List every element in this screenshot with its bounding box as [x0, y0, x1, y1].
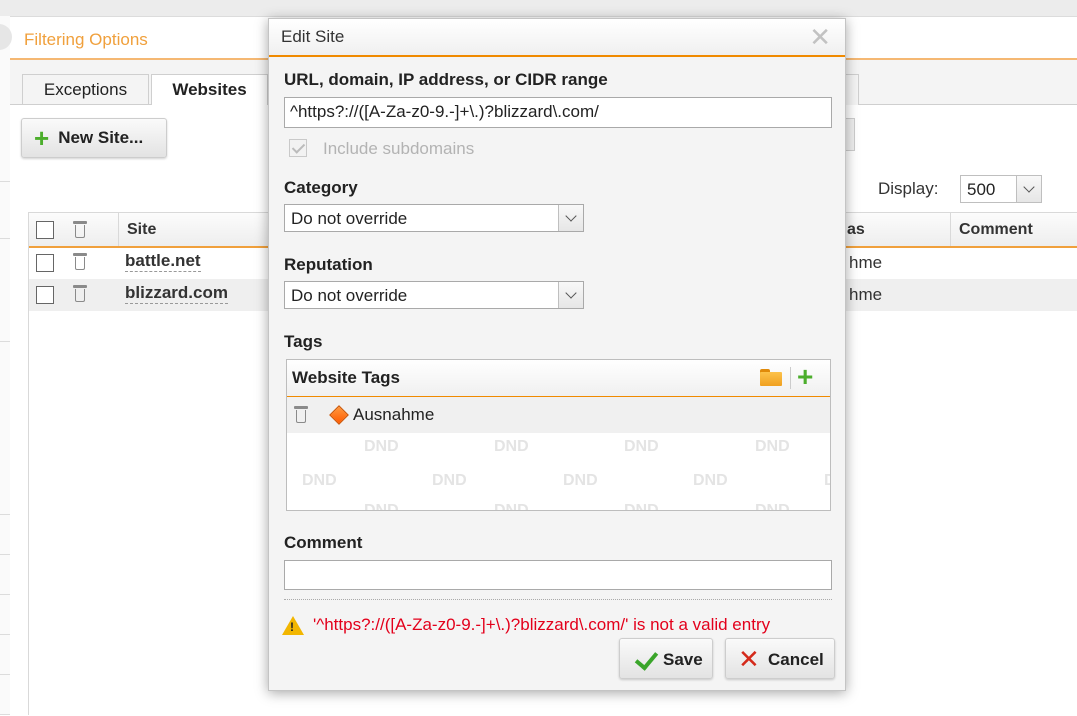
- row-checkbox[interactable]: [36, 254, 54, 272]
- row-tags: hme: [849, 285, 883, 304]
- divider: [0, 554, 10, 555]
- dnd-watermark: DND: [494, 502, 529, 511]
- tags-box-title: Website Tags: [292, 368, 401, 387]
- category-value: Do not override: [291, 209, 408, 228]
- dnd-watermark: DND: [364, 438, 399, 455]
- edit-site-dialog: Edit Site ✕ URL, domain, IP address, or …: [268, 18, 846, 691]
- divider: [284, 599, 832, 600]
- dnd-watermark: DND: [824, 472, 830, 490]
- cancel-x-icon: ✕: [738, 644, 760, 674]
- display-label: Display:: [878, 179, 939, 198]
- display-count-value: 500: [967, 180, 996, 199]
- chevron-down-icon[interactable]: [1016, 176, 1041, 202]
- error-message: '^https?://([A-Za-z0-9.-]+\.)?blizzard\.…: [313, 615, 771, 634]
- url-label: URL, domain, IP address, or CIDR range: [284, 70, 608, 89]
- dnd-watermark: DND: [563, 472, 598, 489]
- row-tags: hme: [849, 253, 883, 272]
- dnd-watermark: DND: [693, 472, 728, 489]
- column-header-comment[interactable]: Comment: [950, 213, 1077, 246]
- reputation-label: Reputation: [284, 255, 373, 274]
- new-site-button[interactable]: + New Site...: [21, 118, 167, 158]
- reputation-value: Do not override: [291, 286, 408, 305]
- cancel-button[interactable]: ✕ Cancel: [725, 638, 835, 679]
- category-select[interactable]: Do not override: [284, 204, 584, 232]
- check-icon: [634, 646, 659, 671]
- warning-icon-mark: !: [290, 620, 294, 634]
- trash-icon[interactable]: [73, 285, 87, 302]
- tab-exceptions[interactable]: Exceptions: [22, 74, 149, 104]
- select-all-checkbox[interactable]: [36, 221, 54, 239]
- divider: [0, 181, 10, 182]
- dialog-header: Edit Site ✕: [269, 19, 845, 57]
- divider: [0, 341, 10, 342]
- tab-websites[interactable]: Websites: [151, 74, 268, 105]
- tags-label: Tags: [284, 332, 323, 351]
- divider: [0, 238, 10, 239]
- comment-input[interactable]: [284, 560, 832, 590]
- chevron-down-icon[interactable]: [558, 282, 583, 308]
- comment-label: Comment: [284, 533, 363, 552]
- dnd-watermark: DND: [494, 438, 529, 455]
- divider: [0, 634, 10, 635]
- dnd-watermark: DND: [624, 438, 659, 455]
- dialog-title: Edit Site: [281, 27, 345, 46]
- divider: [790, 367, 791, 389]
- chevron-down-icon[interactable]: [558, 205, 583, 231]
- list-item[interactable]: Ausnahme: [287, 397, 830, 433]
- include-subdomains-label: Include subdomains: [323, 139, 475, 158]
- divider: [0, 594, 10, 595]
- tab-overflow: [846, 74, 859, 105]
- tag-icon: [329, 405, 349, 425]
- new-site-label: New Site...: [58, 128, 144, 147]
- divider: [0, 514, 10, 515]
- cancel-label: Cancel: [768, 650, 824, 669]
- save-label: Save: [663, 650, 703, 669]
- add-tag-plus-icon[interactable]: +: [797, 362, 813, 392]
- tags-box-header: Website Tags +: [287, 360, 830, 398]
- tag-name: Ausnahme: [353, 405, 435, 424]
- include-subdomains-checkbox[interactable]: [289, 139, 307, 157]
- url-input[interactable]: ^https?://([A-Za-z0-9.-]+\.)?blizzard\.c…: [284, 97, 832, 128]
- save-button[interactable]: Save: [619, 638, 713, 679]
- trash-icon[interactable]: [73, 221, 87, 238]
- dnd-watermark: DND: [755, 502, 790, 511]
- folder-icon[interactable]: [760, 369, 782, 386]
- site-link[interactable]: blizzard.com: [125, 283, 228, 304]
- top-bar: [0, 0, 1077, 17]
- column-header-tags[interactable]: as: [839, 213, 951, 246]
- close-icon[interactable]: ✕: [809, 24, 831, 50]
- panel-title: Filtering Options: [24, 30, 148, 49]
- plus-icon: +: [34, 123, 50, 153]
- dnd-watermark: DND: [755, 438, 790, 455]
- dnd-watermark: DND: [302, 472, 337, 489]
- dnd-watermark: DND: [624, 502, 659, 511]
- category-label: Category: [284, 178, 358, 197]
- dnd-watermark: DND: [364, 502, 399, 511]
- reputation-select[interactable]: Do not override: [284, 281, 584, 309]
- website-tags-box: Website Tags + Ausnahme DND DND DND DND …: [286, 359, 831, 511]
- toolbar-button-edge: [846, 118, 855, 151]
- left-nav-strip: [0, 16, 10, 715]
- trash-icon[interactable]: [294, 406, 308, 423]
- display-count-select[interactable]: 500: [960, 175, 1042, 203]
- panel-collapse-button[interactable]: [0, 24, 12, 50]
- trash-icon[interactable]: [73, 253, 87, 270]
- dnd-watermark: DND: [432, 472, 467, 489]
- site-link[interactable]: battle.net: [125, 251, 201, 272]
- row-checkbox[interactable]: [36, 286, 54, 304]
- divider: [0, 674, 10, 675]
